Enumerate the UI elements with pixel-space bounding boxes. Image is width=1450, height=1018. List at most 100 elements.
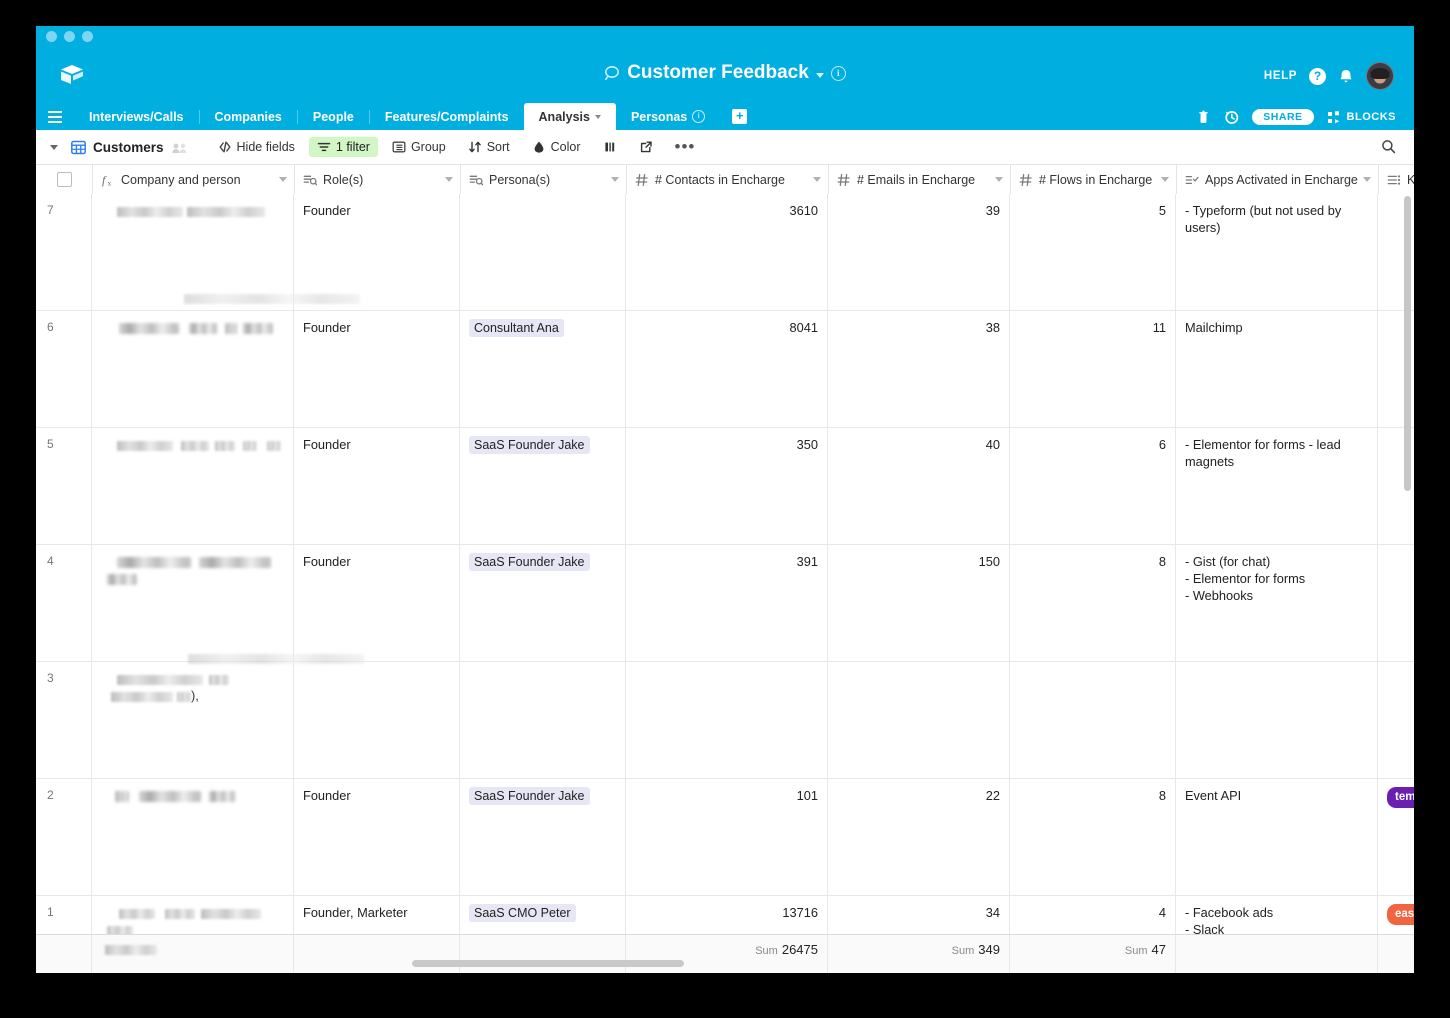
chevron-down-icon[interactable]: [813, 177, 821, 182]
cell-flows[interactable]: [1010, 662, 1176, 778]
cell-keywords[interactable]: [1378, 545, 1414, 661]
tab-interviews-calls[interactable]: Interviews/Calls: [74, 103, 199, 130]
chevron-down-icon[interactable]: [279, 177, 287, 182]
cell-contacts[interactable]: [626, 662, 828, 778]
cell-roles[interactable]: Founder: [294, 545, 460, 661]
cell-roles[interactable]: Founder, Marketer: [294, 896, 460, 934]
cell-emails[interactable]: 38: [828, 311, 1010, 427]
question-circle-icon[interactable]: ?: [1309, 67, 1326, 85]
blocks-button[interactable]: BLOCKS: [1327, 110, 1396, 125]
column-header-contacts-in-encharge[interactable]: # Contacts in Encharge: [627, 165, 829, 194]
cell-apps[interactable]: - Elementor for forms - lead magnets: [1176, 428, 1378, 544]
cell-company[interactable]: [92, 194, 294, 310]
help-label[interactable]: HELP: [1264, 70, 1297, 82]
cell-emails[interactable]: 34: [828, 896, 1010, 934]
column-header-company-and-person[interactable]: f x Company and person: [93, 165, 295, 194]
column-header-apps-activated-in-encharge[interactable]: Apps Activated in Encharge: [1177, 165, 1379, 194]
tab-features-complaints[interactable]: Features/Complaints: [370, 103, 524, 130]
view-name[interactable]: Customers: [93, 140, 164, 155]
column-header-flows-in-encharge[interactable]: # Flows in Encharge: [1011, 165, 1177, 194]
summary-cell[interactable]: [1176, 935, 1378, 973]
cell-apps[interactable]: Mailchimp: [1176, 311, 1378, 427]
cell-contacts[interactable]: 13716: [626, 896, 828, 934]
cell-keywords[interactable]: [1378, 662, 1414, 778]
cell-roles[interactable]: Founder: [294, 428, 460, 544]
cell-emails[interactable]: 22: [828, 779, 1010, 895]
cell-contacts[interactable]: 3610: [626, 194, 828, 310]
summary-cell[interactable]: [460, 935, 626, 973]
hamburger-menu-icon[interactable]: [36, 103, 74, 130]
cell-contacts[interactable]: 350: [626, 428, 828, 544]
share-view-button[interactable]: [631, 137, 661, 157]
cell-apps[interactable]: Event API: [1176, 779, 1378, 895]
collaborators-icon[interactable]: [171, 141, 188, 153]
cell-personas[interactable]: [460, 194, 626, 310]
chevron-down-icon[interactable]: [50, 144, 58, 150]
select-all-checkbox-cell[interactable]: [36, 165, 93, 194]
cell-company[interactable]: [92, 896, 294, 934]
info-icon[interactable]: i: [830, 65, 846, 81]
cell-company[interactable]: [92, 428, 294, 544]
row-height-button[interactable]: [595, 137, 625, 157]
table-row[interactable]: 5 Founder SaaS Founder Jake 350 40 6 - Element…: [36, 428, 1414, 545]
add-table-button[interactable]: +: [732, 109, 748, 124]
summary-cell[interactable]: [1378, 935, 1414, 973]
tab-people[interactable]: People: [298, 103, 369, 130]
cell-contacts[interactable]: 391: [626, 545, 828, 661]
minimize-button[interactable]: [64, 31, 75, 42]
cell-flows[interactable]: 8: [1010, 779, 1176, 895]
tab-analysis[interactable]: Analysis: [523, 103, 616, 130]
cell-apps[interactable]: - Facebook ads- Slack- Salesforce: [1176, 896, 1378, 934]
summary-cell[interactable]: Sum 47: [1010, 935, 1176, 973]
cell-emails[interactable]: 39: [828, 194, 1010, 310]
cell-contacts[interactable]: 8041: [626, 311, 828, 427]
cell-personas[interactable]: SaaS Founder Jake: [460, 779, 626, 895]
chevron-down-icon[interactable]: [1161, 177, 1169, 182]
chevron-down-icon[interactable]: [1363, 177, 1371, 182]
cell-apps[interactable]: [1176, 662, 1378, 778]
cell-flows[interactable]: 5: [1010, 194, 1176, 310]
cell-company[interactable]: ),: [92, 662, 294, 778]
cell-personas[interactable]: SaaS Founder Jake: [460, 545, 626, 661]
user-avatar[interactable]: [1366, 62, 1394, 90]
vertical-scrollbar[interactable]: [1404, 196, 1411, 491]
sort-button[interactable]: Sort: [460, 137, 518, 157]
cell-roles[interactable]: Founder: [294, 311, 460, 427]
share-button[interactable]: SHARE: [1252, 109, 1314, 125]
horizontal-scrollbar[interactable]: [412, 960, 684, 967]
hide-fields-button[interactable]: Hide fields: [210, 137, 303, 157]
tab-companies[interactable]: Companies: [200, 103, 297, 130]
trash-icon[interactable]: [1196, 110, 1211, 125]
tab-personas[interactable]: Personas i: [616, 103, 720, 130]
cell-roles[interactable]: Founder: [294, 194, 460, 310]
summary-cell[interactable]: [294, 935, 460, 973]
table-row[interactable]: 3),: [36, 662, 1414, 779]
chevron-down-icon[interactable]: [445, 177, 453, 182]
cell-apps[interactable]: - Typeform (but not used by users): [1176, 194, 1378, 310]
cell-personas[interactable]: [460, 662, 626, 778]
bell-icon[interactable]: [1338, 68, 1354, 85]
chevron-down-icon[interactable]: [611, 177, 619, 182]
chevron-down-icon[interactable]: [594, 114, 601, 119]
summary-cell[interactable]: Sum 26475: [626, 935, 828, 973]
cell-company[interactable]: [92, 311, 294, 427]
color-button[interactable]: Color: [524, 137, 589, 157]
cell-company[interactable]: [92, 545, 294, 661]
cell-roles[interactable]: Founder: [294, 779, 460, 895]
table-row[interactable]: 4 Founder SaaS Founder Jake 391 150 8 - Gist (…: [36, 545, 1414, 662]
cell-personas[interactable]: SaaS Founder Jake: [460, 428, 626, 544]
cell-contacts[interactable]: 101: [626, 779, 828, 895]
cell-keywords[interactable]: templates: [1378, 779, 1414, 895]
cell-flows[interactable]: 11: [1010, 311, 1176, 427]
select-all-checkbox[interactable]: [56, 172, 72, 187]
search-icon[interactable]: [1381, 139, 1396, 154]
cell-flows[interactable]: 4: [1010, 896, 1176, 934]
filter-button[interactable]: 1 filter: [308, 137, 378, 157]
cell-personas[interactable]: SaaS CMO Peter: [460, 896, 626, 934]
maximize-button[interactable]: [82, 31, 93, 42]
group-button[interactable]: Group: [384, 137, 454, 157]
cell-keywords[interactable]: ease of use: [1378, 896, 1414, 934]
cell-roles[interactable]: [294, 662, 460, 778]
cell-personas[interactable]: Consultant Ana: [460, 311, 626, 427]
airtable-logo-icon[interactable]: [58, 62, 86, 88]
